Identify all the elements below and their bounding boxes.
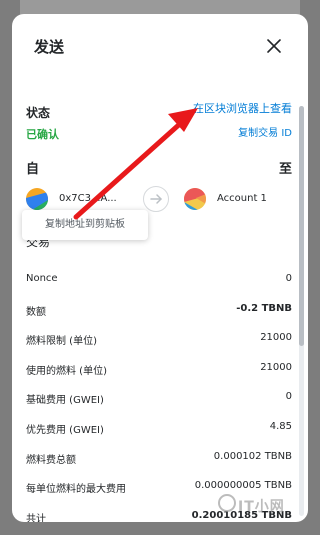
copy-transaction-id-link[interactable]: 复制交易 ID — [238, 124, 292, 139]
from-to-labels: 自 至 — [26, 158, 292, 178]
detail-label: 每单位燃料的最大费用 — [26, 484, 126, 496]
transaction-details-list: Nonce 0 数额 -0.2 TBNB 燃料限制 (单位) 21000 使用的… — [26, 264, 292, 522]
from-account-avatar — [26, 188, 48, 210]
detail-label: 共计 — [26, 513, 46, 522]
from-label: 自 — [26, 162, 40, 177]
watermark: IT小网 — [238, 499, 285, 515]
transaction-details-modal: 发送 状态 在区块浏览器上查看 已确认 复制交易 ID 自 至 0x7C3...… — [12, 14, 308, 522]
watermark-logo — [218, 494, 236, 512]
detail-value: 0 — [285, 391, 292, 403]
detail-row-amount: 数额 -0.2 TBNB — [26, 294, 292, 324]
detail-value: 0.000102 TBNB — [213, 450, 292, 462]
detail-value: 21000 — [260, 332, 292, 344]
status-value: 已确认 — [26, 128, 59, 141]
detail-row-nonce: Nonce 0 — [26, 264, 292, 294]
scrollbar-thumb[interactable] — [299, 106, 304, 346]
copy-address-tooltip: 复制地址到剪贴板 — [22, 210, 148, 240]
detail-value: 0 — [285, 273, 292, 284]
detail-row-gas-limit: 燃料限制 (单位) 21000 — [26, 323, 292, 353]
detail-label: 燃料限制 (单位) — [26, 336, 97, 348]
modal-header: 发送 — [12, 14, 308, 78]
close-button[interactable] — [264, 36, 284, 56]
detail-label: 优先费用 (GWEI) — [26, 424, 104, 436]
direction-arrow — [143, 186, 169, 212]
detail-value: 0.000000005 TBNB — [194, 480, 292, 492]
detail-row-priority-fee: 优先费用 (GWEI) 4.85 — [26, 412, 292, 442]
detail-value: 21000 — [260, 361, 292, 373]
arrow-right-icon — [150, 194, 162, 204]
detail-label: 数额 — [26, 306, 46, 318]
to-account-avatar — [184, 188, 206, 210]
close-icon — [267, 39, 281, 53]
detail-row-gas-used: 使用的燃料 (单位) 21000 — [26, 353, 292, 383]
modal-title: 发送 — [34, 38, 65, 56]
to-label: 至 — [278, 162, 292, 177]
detail-label: 使用的燃料 (单位) — [26, 365, 107, 377]
from-address[interactable]: 0x7C3...A... — [59, 193, 117, 204]
scrollbar[interactable] — [299, 106, 304, 516]
detail-row-base-fee: 基础费用 (GWEI) 0 — [26, 382, 292, 412]
detail-value: 4.85 — [269, 420, 292, 432]
status-label: 状态 — [26, 106, 51, 120]
detail-row-total-gas-fee: 燃料费总额 0.000102 TBNB — [26, 442, 292, 472]
to-account-name[interactable]: Account 1 — [217, 193, 267, 204]
view-on-block-explorer-link[interactable]: 在区块浏览器上查看 — [193, 100, 292, 116]
detail-value: -0.2 TBNB — [236, 302, 292, 314]
detail-label: 燃料费总额 — [26, 454, 76, 466]
detail-label: 基础费用 (GWEI) — [26, 395, 104, 407]
detail-label: Nonce — [26, 273, 58, 284]
